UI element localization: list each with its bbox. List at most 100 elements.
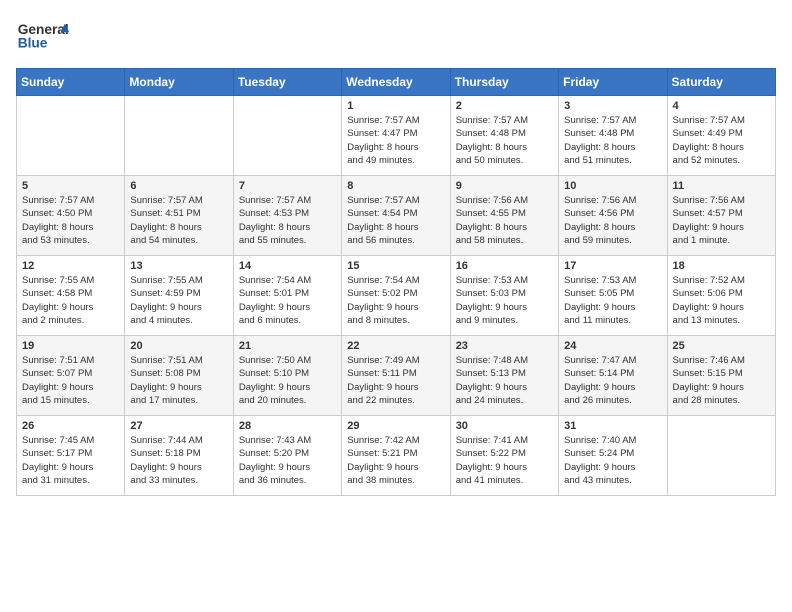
calendar-cell — [233, 96, 341, 176]
weekday-header-friday: Friday — [559, 69, 667, 96]
cell-info: Sunrise: 7:53 AM Sunset: 5:03 PM Dayligh… — [456, 274, 553, 327]
calendar-cell: 10 Sunrise: 7:56 AM Sunset: 4:56 PM Dayli… — [559, 176, 667, 256]
calendar-cell: 6 Sunrise: 7:57 AM Sunset: 4:51 PM Daylig… — [125, 176, 233, 256]
calendar-cell: 26 Sunrise: 7:45 AM Sunset: 5:17 PM Dayli… — [17, 416, 125, 496]
day-number: 8 — [347, 180, 444, 192]
cell-info: Sunrise: 7:45 AM Sunset: 5:17 PM Dayligh… — [22, 434, 119, 487]
day-number: 18 — [673, 260, 770, 272]
day-number: 29 — [347, 420, 444, 432]
day-number: 28 — [239, 420, 336, 432]
cell-info: Sunrise: 7:53 AM Sunset: 5:05 PM Dayligh… — [564, 274, 661, 327]
day-number: 17 — [564, 260, 661, 272]
calendar-cell: 2 Sunrise: 7:57 AM Sunset: 4:48 PM Daylig… — [450, 96, 558, 176]
calendar-cell: 30 Sunrise: 7:41 AM Sunset: 5:22 PM Dayli… — [450, 416, 558, 496]
calendar-cell: 28 Sunrise: 7:43 AM Sunset: 5:20 PM Dayli… — [233, 416, 341, 496]
cell-info: Sunrise: 7:56 AM Sunset: 4:56 PM Dayligh… — [564, 194, 661, 247]
calendar-cell: 25 Sunrise: 7:46 AM Sunset: 5:15 PM Dayli… — [667, 336, 775, 416]
day-number: 14 — [239, 260, 336, 272]
cell-info: Sunrise: 7:56 AM Sunset: 4:57 PM Dayligh… — [673, 194, 770, 247]
weekday-header-wednesday: Wednesday — [342, 69, 450, 96]
weekday-header-thursday: Thursday — [450, 69, 558, 96]
calendar-cell: 4 Sunrise: 7:57 AM Sunset: 4:49 PM Daylig… — [667, 96, 775, 176]
day-number: 23 — [456, 340, 553, 352]
calendar-cell: 15 Sunrise: 7:54 AM Sunset: 5:02 PM Dayli… — [342, 256, 450, 336]
cell-info: Sunrise: 7:56 AM Sunset: 4:55 PM Dayligh… — [456, 194, 553, 247]
day-number: 26 — [22, 420, 119, 432]
day-number: 9 — [456, 180, 553, 192]
day-number: 1 — [347, 100, 444, 112]
day-number: 25 — [673, 340, 770, 352]
calendar-cell — [125, 96, 233, 176]
cell-info: Sunrise: 7:46 AM Sunset: 5:15 PM Dayligh… — [673, 354, 770, 407]
page-header: General Blue — [16, 16, 776, 56]
calendar-cell: 13Sunrise: 7:55 AM Sunset: 4:59 PM Dayli… — [125, 256, 233, 336]
cell-info: Sunrise: 7:57 AM Sunset: 4:48 PM Dayligh… — [456, 114, 553, 167]
cell-info: Sunrise: 7:55 AM Sunset: 4:59 PM Dayligh… — [130, 274, 227, 327]
weekday-header-tuesday: Tuesday — [233, 69, 341, 96]
day-number: 30 — [456, 420, 553, 432]
svg-text:General: General — [18, 22, 69, 37]
calendar-table: SundayMondayTuesdayWednesdayThursdayFrid… — [16, 68, 776, 496]
calendar-cell: 23 Sunrise: 7:48 AM Sunset: 5:13 PM Dayli… — [450, 336, 558, 416]
calendar-cell: 11 Sunrise: 7:56 AM Sunset: 4:57 PM Dayli… — [667, 176, 775, 256]
calendar-cell: 19 Sunrise: 7:51 AM Sunset: 5:07 PM Dayli… — [17, 336, 125, 416]
calendar-cell: 21 Sunrise: 7:50 AM Sunset: 5:10 PM Dayli… — [233, 336, 341, 416]
cell-info: Sunrise: 7:50 AM Sunset: 5:10 PM Dayligh… — [239, 354, 336, 407]
week-row-2: 5Sunrise: 7:57 AM Sunset: 4:50 PM Daylig… — [17, 176, 776, 256]
calendar-cell: 1 Sunrise: 7:57 AM Sunset: 4:47 PM Daylig… — [342, 96, 450, 176]
calendar-cell: 7Sunrise: 7:57 AM Sunset: 4:53 PM Daylig… — [233, 176, 341, 256]
cell-info: Sunrise: 7:42 AM Sunset: 5:21 PM Dayligh… — [347, 434, 444, 487]
cell-info: Sunrise: 7:55 AM Sunset: 4:58 PM Dayligh… — [22, 274, 119, 327]
cell-info: Sunrise: 7:57 AM Sunset: 4:49 PM Dayligh… — [673, 114, 770, 167]
cell-info: Sunrise: 7:57 AM Sunset: 4:54 PM Dayligh… — [347, 194, 444, 247]
day-number: 22 — [347, 340, 444, 352]
calendar-cell: 31 Sunrise: 7:40 AM Sunset: 5:24 PM Dayli… — [559, 416, 667, 496]
cell-info: Sunrise: 7:57 AM Sunset: 4:51 PM Dayligh… — [130, 194, 227, 247]
svg-text:Blue: Blue — [18, 36, 48, 51]
cell-info: Sunrise: 7:40 AM Sunset: 5:24 PM Dayligh… — [564, 434, 661, 487]
day-number: 4 — [673, 100, 770, 112]
weekday-header-row: SundayMondayTuesdayWednesdayThursdayFrid… — [17, 69, 776, 96]
cell-info: Sunrise: 7:57 AM Sunset: 4:47 PM Dayligh… — [347, 114, 444, 167]
calendar-cell: 22 Sunrise: 7:49 AM Sunset: 5:11 PM Dayli… — [342, 336, 450, 416]
day-number: 6 — [130, 180, 227, 192]
weekday-header-monday: Monday — [125, 69, 233, 96]
day-number: 10 — [564, 180, 661, 192]
cell-info: Sunrise: 7:51 AM Sunset: 5:08 PM Dayligh… — [130, 354, 227, 407]
day-number: 31 — [564, 420, 661, 432]
cell-info: Sunrise: 7:49 AM Sunset: 5:11 PM Dayligh… — [347, 354, 444, 407]
cell-info: Sunrise: 7:57 AM Sunset: 4:48 PM Dayligh… — [564, 114, 661, 167]
day-number: 15 — [347, 260, 444, 272]
cell-info: Sunrise: 7:57 AM Sunset: 4:50 PM Dayligh… — [22, 194, 119, 247]
day-number: 19 — [22, 340, 119, 352]
cell-info: Sunrise: 7:54 AM Sunset: 5:01 PM Dayligh… — [239, 274, 336, 327]
weekday-header-sunday: Sunday — [17, 69, 125, 96]
week-row-3: 12Sunrise: 7:55 AM Sunset: 4:58 PM Dayli… — [17, 256, 776, 336]
calendar-cell: 17 Sunrise: 7:53 AM Sunset: 5:05 PM Dayli… — [559, 256, 667, 336]
cell-info: Sunrise: 7:54 AM Sunset: 5:02 PM Dayligh… — [347, 274, 444, 327]
calendar-cell — [667, 416, 775, 496]
calendar-cell: 16 Sunrise: 7:53 AM Sunset: 5:03 PM Dayli… — [450, 256, 558, 336]
calendar-cell: 20Sunrise: 7:51 AM Sunset: 5:08 PM Dayli… — [125, 336, 233, 416]
calendar-cell: 29 Sunrise: 7:42 AM Sunset: 5:21 PM Dayli… — [342, 416, 450, 496]
cell-info: Sunrise: 7:43 AM Sunset: 5:20 PM Dayligh… — [239, 434, 336, 487]
day-number: 2 — [456, 100, 553, 112]
calendar-cell: 24Sunrise: 7:47 AM Sunset: 5:14 PM Dayli… — [559, 336, 667, 416]
day-number: 16 — [456, 260, 553, 272]
calendar-cell: 3Sunrise: 7:57 AM Sunset: 4:48 PM Daylig… — [559, 96, 667, 176]
calendar-cell: 12Sunrise: 7:55 AM Sunset: 4:58 PM Dayli… — [17, 256, 125, 336]
day-number: 21 — [239, 340, 336, 352]
calendar-cell: 27Sunrise: 7:44 AM Sunset: 5:18 PM Dayli… — [125, 416, 233, 496]
calendar-cell: 18 Sunrise: 7:52 AM Sunset: 5:06 PM Dayli… — [667, 256, 775, 336]
cell-info: Sunrise: 7:51 AM Sunset: 5:07 PM Dayligh… — [22, 354, 119, 407]
cell-info: Sunrise: 7:52 AM Sunset: 5:06 PM Dayligh… — [673, 274, 770, 327]
logo: General Blue — [16, 16, 76, 56]
week-row-4: 19 Sunrise: 7:51 AM Sunset: 5:07 PM Dayli… — [17, 336, 776, 416]
cell-info: Sunrise: 7:48 AM Sunset: 5:13 PM Dayligh… — [456, 354, 553, 407]
cell-info: Sunrise: 7:44 AM Sunset: 5:18 PM Dayligh… — [130, 434, 227, 487]
cell-info: Sunrise: 7:57 AM Sunset: 4:53 PM Dayligh… — [239, 194, 336, 247]
logo-svg: General Blue — [16, 16, 76, 56]
week-row-5: 26 Sunrise: 7:45 AM Sunset: 5:17 PM Dayli… — [17, 416, 776, 496]
cell-info: Sunrise: 7:41 AM Sunset: 5:22 PM Dayligh… — [456, 434, 553, 487]
day-number: 11 — [673, 180, 770, 192]
